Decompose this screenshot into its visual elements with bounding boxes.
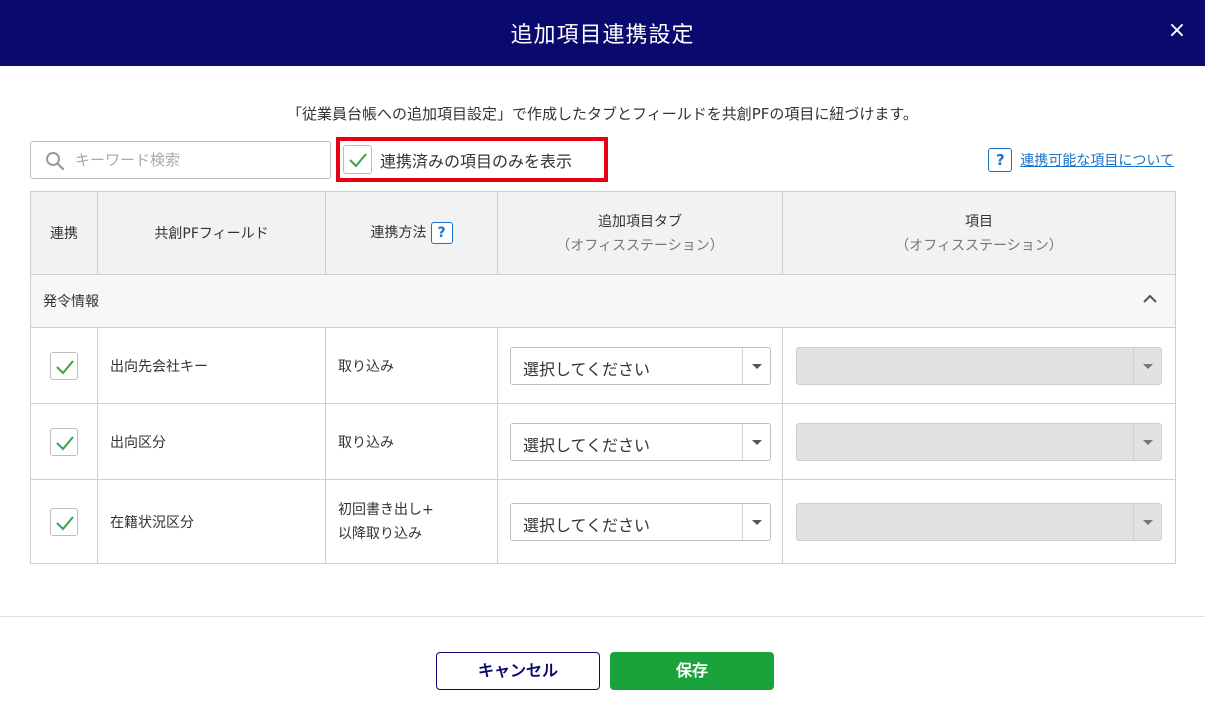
dialog-title: 追加項目連携設定: [510, 23, 695, 48]
tab-select[interactable]: 選択してください: [510, 502, 771, 541]
method-cell: 取り込み: [325, 403, 498, 480]
dialog-description: 「従業員台帳への追加項目設定」で作成したタブとフィールドを共創PFの項目に紐づけ…: [287, 105, 918, 123]
tab-cell: 選択してください: [497, 403, 783, 480]
mapping-table: 連携 共創PFフィールド 連携方法? 追加項目タブ （オフィスステーション） 項目…: [30, 191, 1176, 564]
tab-select-value: 選択してください: [523, 515, 651, 535]
field-cell: 出向先会社キー: [97, 327, 326, 404]
tab-select[interactable]: 選択してください: [510, 346, 771, 385]
item-cell: [782, 403, 1176, 480]
dropdown-arrow: [1133, 503, 1161, 540]
item-cell: [782, 327, 1176, 404]
header-tab-label: 追加項目タブ: [598, 214, 682, 230]
link-cell: [30, 479, 98, 564]
field-cell: 在籍状況区分: [97, 479, 326, 564]
search-box[interactable]: [30, 141, 331, 179]
tab-select-value: 選択してください: [523, 359, 651, 379]
link-cell: [30, 403, 98, 480]
table-row: 在籍状況区分 初回書き出し+ 以降取り込み 選択してください: [30, 479, 1176, 564]
caret-down-icon: [752, 363, 762, 369]
filter-label[interactable]: 連携済みの項目のみを表示: [380, 148, 572, 172]
check-icon: [56, 515, 74, 530]
dropdown-arrow: [1133, 347, 1161, 384]
dropdown-arrow: [1133, 423, 1161, 460]
footer-divider: [0, 616, 1205, 617]
item-select: [796, 502, 1162, 541]
header-item-label: 項目: [965, 214, 993, 230]
tab-cell: 選択してください: [497, 479, 783, 564]
field-cell: 出向区分: [97, 403, 326, 480]
method-text-line2: 以降取り込み: [338, 525, 422, 542]
help-link-group[interactable]: ? 連携可能な項目について: [988, 148, 1174, 172]
method-text: 取り込み: [338, 358, 394, 375]
caret-down-icon: [752, 439, 762, 445]
link-cell: [30, 327, 98, 404]
link-checkbox[interactable]: [50, 507, 78, 536]
caret-down-icon: [1143, 439, 1153, 445]
search-input[interactable]: [75, 142, 325, 178]
header-item: 項目 （オフィスステーション）: [782, 191, 1176, 275]
close-button[interactable]: ×: [1163, 17, 1191, 45]
chevron-up-icon[interactable]: [1143, 294, 1157, 304]
check-icon: [349, 153, 367, 168]
help-icon[interactable]: ?: [988, 148, 1013, 172]
close-icon: ×: [1167, 18, 1187, 43]
section-title: 発令情報: [43, 294, 99, 310]
section-cell[interactable]: 発令情報: [30, 274, 1176, 328]
header-tab-sub: （オフィスステーション）: [556, 238, 724, 254]
dialog-header: 追加項目連携設定 ×: [0, 0, 1205, 66]
dropdown-arrow[interactable]: [742, 503, 770, 540]
header-tab: 追加項目タブ （オフィスステーション）: [497, 191, 783, 275]
tab-select[interactable]: 選択してください: [510, 422, 771, 461]
method-text: 初回書き出し+: [338, 501, 434, 518]
header-field: 共創PFフィールド: [97, 191, 326, 275]
search-icon: [46, 152, 65, 171]
caret-down-icon: [752, 519, 762, 525]
method-cell: 初回書き出し+ 以降取り込み: [325, 479, 498, 564]
method-cell: 取り込み: [325, 327, 498, 404]
help-link[interactable]: 連携可能な項目について: [1020, 150, 1174, 170]
item-select: [796, 346, 1162, 385]
dropdown-arrow[interactable]: [742, 347, 770, 384]
header-method-label: 連携方法: [370, 225, 427, 241]
check-icon: [56, 359, 74, 374]
tab-cell: 選択してください: [497, 327, 783, 404]
caret-down-icon: [1143, 363, 1153, 369]
link-checkbox[interactable]: [50, 427, 78, 456]
section-row[interactable]: 発令情報: [30, 274, 1176, 328]
table-row: 出向先会社キー 取り込み 選択してください: [30, 327, 1176, 404]
save-button[interactable]: 保存: [610, 652, 774, 690]
item-select: [796, 422, 1162, 461]
filter-checkbox[interactable]: [343, 145, 372, 174]
header-item-sub: （オフィスステーション）: [895, 238, 1063, 254]
item-cell: [782, 479, 1176, 564]
method-help-icon[interactable]: ?: [430, 222, 453, 244]
header-method: 連携方法?: [325, 191, 498, 275]
dropdown-arrow[interactable]: [742, 423, 770, 460]
check-icon: [56, 435, 74, 450]
method-text: 取り込み: [338, 434, 394, 451]
caret-down-icon: [1143, 519, 1153, 525]
table-row: 出向区分 取り込み 選択してください: [30, 403, 1176, 480]
table-header-row: 連携 共創PFフィールド 連携方法? 追加項目タブ （オフィスステーション） 項目…: [30, 191, 1176, 275]
tab-select-value: 選択してください: [523, 435, 651, 455]
link-checkbox[interactable]: [50, 351, 78, 380]
header-link: 連携: [30, 191, 98, 275]
cancel-button[interactable]: キャンセル: [436, 652, 600, 690]
